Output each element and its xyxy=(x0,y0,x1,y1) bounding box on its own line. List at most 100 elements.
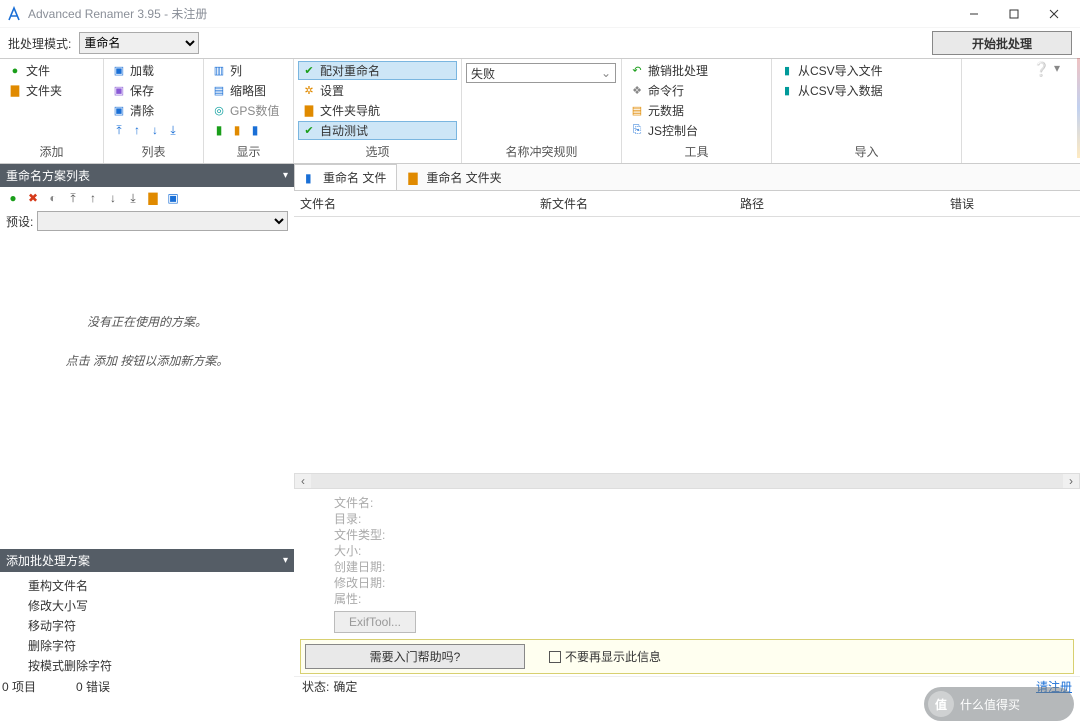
grid-header: 文件名 新文件名 路径 错误 xyxy=(294,191,1080,217)
watermark-text: 什么值得买 xyxy=(960,696,1020,713)
js-icon: ⎘ xyxy=(630,124,644,138)
col-filename[interactable]: 文件名 xyxy=(294,195,534,212)
save-icon: ▣ xyxy=(112,84,126,98)
watermark-icon: 值 xyxy=(928,691,954,717)
show-thumbs-button[interactable]: ▤缩略图 xyxy=(208,81,289,100)
info-type: 文件类型: xyxy=(334,527,1080,543)
methods-empty-body: 没有正在使用的方案。 点击 添加 按钮以添加新方案。 xyxy=(0,233,294,549)
method-item[interactable]: 删除字符 xyxy=(28,636,294,656)
list-save-button[interactable]: ▣保存 xyxy=(108,81,199,100)
empty-message-1: 没有正在使用的方案。 xyxy=(87,313,207,330)
ribbon-group-conflict: 失败⌄ 名称冲突规则 xyxy=(462,59,622,163)
col-path[interactable]: 路径 xyxy=(734,195,944,212)
batch-mode-label: 批处理模式: xyxy=(8,35,71,52)
scrollbar-track[interactable] xyxy=(311,474,1063,488)
sort-down-icon[interactable]: ↓ xyxy=(148,123,162,137)
ribbon-group-show: ▥列 ▤缩略图 ◎GPS数值 ▮ ▮ ▮ 显示 xyxy=(204,59,294,163)
method-item[interactable]: 按模式删除字符 xyxy=(28,656,294,676)
open-preset-icon[interactable]: ▇ xyxy=(146,191,160,205)
info-created: 创建日期: xyxy=(334,559,1080,575)
load-icon: ▣ xyxy=(112,64,126,78)
grid-icon[interactable]: ▮ xyxy=(230,123,244,137)
col-error[interactable]: 错误 xyxy=(944,195,1080,212)
minimize-button[interactable] xyxy=(954,0,994,28)
tool-meta-button[interactable]: ▤元数据 xyxy=(626,101,767,120)
list-load-button[interactable]: ▣加载 xyxy=(108,61,199,80)
dont-show-checkbox[interactable]: 不要再显示此信息 xyxy=(549,648,661,665)
maximize-button[interactable] xyxy=(994,0,1034,28)
close-button[interactable] xyxy=(1034,0,1074,28)
chevron-down-icon[interactable]: ▾ xyxy=(283,170,288,181)
opt-pair-rename-button[interactable]: ✔配对重命名 xyxy=(298,61,457,80)
method-item[interactable]: 修改大小写 xyxy=(28,596,294,616)
add-file-button[interactable]: ●文件 xyxy=(4,61,99,80)
move-top-icon[interactable]: ⤒ xyxy=(66,191,80,205)
add-method-panel: 添加批处理方案 ▾ 重构文件名 修改大小写 移动字符 删除字符 按模式删除字符 xyxy=(0,549,294,676)
ribbon-label-list: 列表 xyxy=(108,140,199,163)
folder-icon: ▇ xyxy=(8,84,22,98)
opt-folder-nav-button[interactable]: ▇文件夹导航 xyxy=(298,101,457,120)
left-footer: 0 项目 0 错误 xyxy=(0,676,294,696)
method-item[interactable]: 重构文件名 xyxy=(28,576,294,596)
conflict-rule-select[interactable]: 失败⌄ xyxy=(466,63,616,83)
plus-icon: ● xyxy=(8,64,22,78)
need-help-button[interactable]: 需要入门帮助吗? xyxy=(305,644,525,669)
ribbon-label-import: 导入 xyxy=(776,140,957,163)
show-columns-button[interactable]: ▥列 xyxy=(208,61,289,80)
tool-js-button[interactable]: ⎘JS控制台 xyxy=(626,121,767,140)
add-folder-button[interactable]: ▇文件夹 xyxy=(4,81,99,100)
ribbon-group-tools: ↶撤销批处理 ❖命令行 ▤元数据 ⎘JS控制台 工具 xyxy=(622,59,772,163)
info-modified: 修改日期: xyxy=(334,575,1080,591)
sort-up-icon[interactable]: ↑ xyxy=(130,123,144,137)
file-grid[interactable] xyxy=(294,217,1080,473)
batch-mode-row: 批处理模式: 重命名 开始批处理 xyxy=(0,28,1080,58)
tool-cmd-button[interactable]: ❖命令行 xyxy=(626,81,767,100)
undo-icon: ↶ xyxy=(630,64,644,78)
ribbon-toolbar: ●文件 ▇文件夹 添加 ▣加载 ▣保存 ▣清除 ⤒ ↑ ↓ ⤓ 列表 ▥列 ▤缩… xyxy=(0,58,1080,164)
tab-rename-folders[interactable]: ▇ 重命名 文件夹 xyxy=(397,164,512,190)
method-item[interactable]: 移动字符 xyxy=(28,616,294,636)
tab-rename-files[interactable]: ▮ 重命名 文件 xyxy=(294,164,397,190)
help-tip-bar: 需要入门帮助吗? 不要再显示此信息 xyxy=(300,639,1074,674)
info-attr: 属性: xyxy=(334,591,1080,607)
move-up-icon[interactable]: ↑ xyxy=(86,191,100,205)
horizontal-scrollbar[interactable]: ‹ › xyxy=(294,473,1080,489)
view-icon[interactable]: ▮ xyxy=(248,123,262,137)
help-dropdown-icon[interactable]: ▾ xyxy=(1054,61,1060,75)
start-batch-button[interactable]: 开始批处理 xyxy=(932,31,1072,55)
opt-auto-test-button[interactable]: ✔自动测试 xyxy=(298,121,457,140)
remove-method-icon[interactable]: ✖ xyxy=(26,191,40,205)
exiftool-button[interactable]: ExifTool... xyxy=(334,611,416,633)
info-size: 大小: xyxy=(334,543,1080,559)
sort-top-icon[interactable]: ⤒ xyxy=(112,123,126,137)
main-body: 重命名方案列表 ▾ ● ✖ ◐ ⤒ ↑ ↓ ⤓ ▇ ▣ 预设: 没有正在使用的方… xyxy=(0,164,1080,696)
window-title: Advanced Renamer 3.95 - 未注册 xyxy=(28,5,954,22)
batch-mode-select[interactable]: 重命名 xyxy=(79,32,199,54)
ribbon-group-help: ❔ ▾ xyxy=(962,59,1080,163)
ribbon-group-add: ●文件 ▇文件夹 添加 xyxy=(0,59,104,163)
method-list: 重构文件名 修改大小写 移动字符 删除字符 按模式删除字符 xyxy=(0,572,294,676)
move-bottom-icon[interactable]: ⤓ xyxy=(126,191,140,205)
toggle-method-icon[interactable]: ◐ xyxy=(46,191,60,205)
scroll-left-icon[interactable]: ‹ xyxy=(295,474,311,488)
show-gps-button[interactable]: ◎GPS数值 xyxy=(208,101,289,120)
preset-label: 预设: xyxy=(6,213,33,230)
add-method-icon[interactable]: ● xyxy=(6,191,20,205)
opt-settings-button[interactable]: ✲设置 xyxy=(298,81,457,100)
col-newname[interactable]: 新文件名 xyxy=(534,195,734,212)
filter-icon[interactable]: ▮ xyxy=(212,123,226,137)
import-csv-data-button[interactable]: ▮从CSV导入数据 xyxy=(776,81,957,100)
save-preset-icon[interactable]: ▣ xyxy=(166,191,180,205)
import-csv-file-button[interactable]: ▮从CSV导入文件 xyxy=(776,61,957,80)
ribbon-group-list: ▣加载 ▣保存 ▣清除 ⤒ ↑ ↓ ⤓ 列表 xyxy=(104,59,204,163)
preset-select[interactable] xyxy=(37,211,288,231)
sort-bottom-icon[interactable]: ⤓ xyxy=(166,123,180,137)
tool-undo-button[interactable]: ↶撤销批处理 xyxy=(626,61,767,80)
move-down-icon[interactable]: ↓ xyxy=(106,191,120,205)
show-misc-icons: ▮ ▮ ▮ xyxy=(208,121,289,139)
help-icon[interactable]: ❔ xyxy=(1033,61,1050,78)
scroll-right-icon[interactable]: › xyxy=(1063,474,1079,488)
error-count: 0 错误 xyxy=(76,678,110,695)
list-clear-button[interactable]: ▣清除 xyxy=(108,101,199,120)
chevron-down-icon[interactable]: ▾ xyxy=(283,555,288,566)
